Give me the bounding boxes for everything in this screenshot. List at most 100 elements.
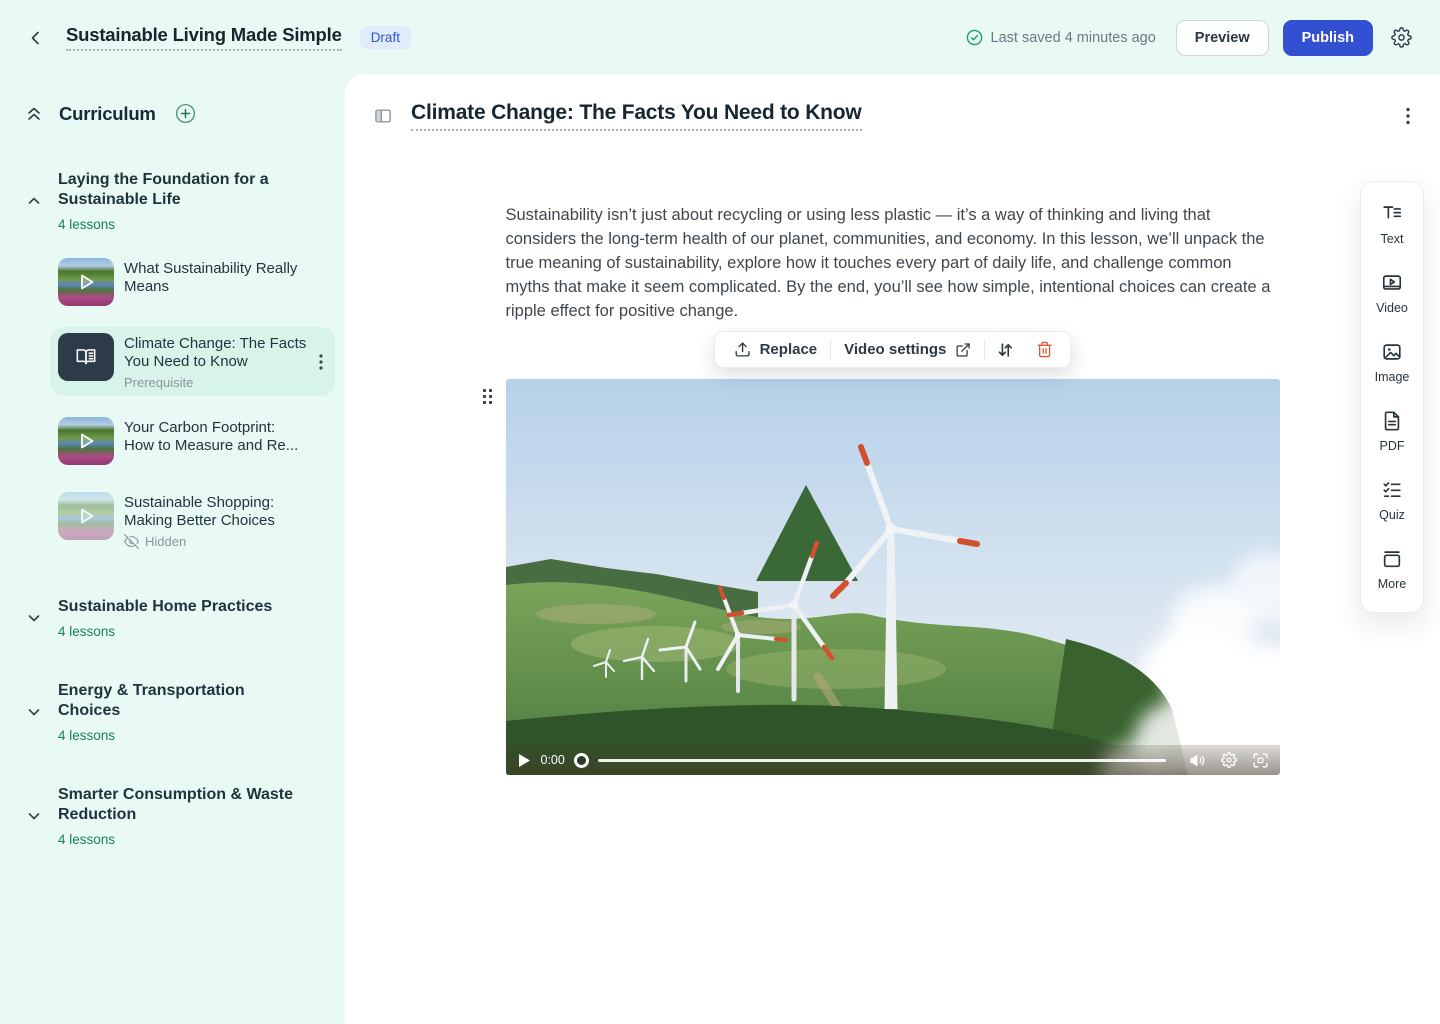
fullscreen-icon <box>1252 752 1269 769</box>
drawer-icon <box>1381 548 1403 570</box>
video-timestamp: 0:00 <box>541 753 565 767</box>
lesson-item[interactable]: Your Carbon Footprint: How to Measure an… <box>50 411 335 471</box>
check-circle-icon <box>966 29 983 46</box>
add-section-button[interactable] <box>171 99 200 128</box>
image-icon <box>1381 341 1403 363</box>
video-controls: 0:00 <box>506 745 1280 775</box>
last-saved-text: Last saved 4 minutes ago <box>991 30 1156 46</box>
lesson-prerequisite-label: Prerequisite <box>124 375 309 390</box>
lesson-title: Sustainable Shopping: Making Better Choi… <box>124 494 309 530</box>
status-badge: Draft <box>360 26 411 49</box>
add-quiz-block-button[interactable]: Quiz <box>1361 466 1423 535</box>
open-book-icon <box>73 344 99 370</box>
section-title[interactable]: Energy & Transportation Choices <box>58 681 308 721</box>
upload-icon <box>734 341 751 358</box>
lesson-video-thumbnail <box>58 417 114 465</box>
lesson-title: Climate Change: The Facts You Need to Kn… <box>124 335 309 371</box>
section-header[interactable]: Sustainable Home Practices 4 lessons <box>24 597 327 639</box>
video-player[interactable]: 0:00 <box>506 379 1280 775</box>
pdf-document-icon <box>1381 410 1403 432</box>
toggle-sidebar-button[interactable] <box>369 102 397 130</box>
chevron-down-icon[interactable] <box>24 704 44 720</box>
lesson-intro-paragraph[interactable]: Sustainability isn’t just about recyclin… <box>506 203 1280 323</box>
lesson-item[interactable]: What Sustainability Really Means <box>50 252 335 312</box>
volume-button[interactable] <box>1189 752 1206 769</box>
replace-button[interactable]: Replace <box>721 332 831 367</box>
play-icon <box>75 505 97 527</box>
volume-icon <box>1189 752 1206 769</box>
preview-button[interactable]: Preview <box>1176 20 1269 56</box>
video-scene-wind-turbines <box>506 379 1280 775</box>
section-title[interactable]: Smarter Consumption & Waste Reduction <box>58 785 308 825</box>
section-lesson-count: 4 lessons <box>58 728 308 743</box>
curriculum-sidebar: Curriculum Laying the Foundation for a S… <box>0 75 345 1024</box>
panel-layout-icon <box>373 106 393 126</box>
kebab-icon <box>319 354 323 370</box>
curriculum-header: Curriculum <box>24 99 327 128</box>
lesson-title: Your Carbon Footprint: How to Measure an… <box>124 419 309 455</box>
lesson-editor-panel: Climate Change: The Facts You Need to Kn… <box>345 75 1440 1024</box>
scrubber-handle[interactable] <box>574 753 589 768</box>
more-blocks-button[interactable]: More <box>1361 535 1423 604</box>
collapse-all-button[interactable] <box>24 105 44 123</box>
lesson-item-selected[interactable]: Climate Change: The Facts You Need to Kn… <box>50 327 335 396</box>
lesson-reading-thumbnail <box>58 333 114 381</box>
add-text-block-button[interactable]: Text <box>1361 190 1423 259</box>
quiz-checklist-icon <box>1381 479 1403 501</box>
video-block: Replace Video settings <box>506 379 1280 775</box>
add-pdf-block-button[interactable]: PDF <box>1361 397 1423 466</box>
page-title[interactable]: Climate Change: The Facts You Need to Kn… <box>411 101 862 131</box>
arrows-up-down-icon <box>996 341 1014 359</box>
move-block-button[interactable] <box>985 332 1025 367</box>
delete-block-button[interactable] <box>1025 332 1064 367</box>
section-title[interactable]: Laying the Foundation for a Sustainable … <box>58 170 308 210</box>
lesson-item-hidden[interactable]: Sustainable Shopping: Making Better Choi… <box>50 486 335 555</box>
eye-off-icon <box>124 534 139 549</box>
settings-button[interactable] <box>1387 23 1416 52</box>
chevron-up-icon[interactable] <box>24 193 44 209</box>
trash-icon <box>1036 341 1053 358</box>
drag-handle[interactable] <box>479 385 496 408</box>
lesson-menu-button[interactable] <box>315 350 327 374</box>
video-settings-button[interactable]: Video settings <box>831 332 984 367</box>
video-toolbar: Replace Video settings <box>714 331 1072 368</box>
video-settings-gear-button[interactable] <box>1221 752 1237 768</box>
progress-bar[interactable] <box>598 759 1166 762</box>
lesson-title: What Sustainability Really Means <box>124 260 309 296</box>
gear-icon <box>1221 752 1237 768</box>
chevron-down-icon[interactable] <box>24 610 44 626</box>
chevron-left-icon <box>28 30 44 46</box>
kebab-icon <box>1406 107 1410 125</box>
course-title[interactable]: Sustainable Living Made Simple <box>66 24 342 51</box>
back-button[interactable] <box>24 26 48 50</box>
external-link-icon <box>955 342 971 358</box>
lesson-options-button[interactable] <box>1402 103 1414 129</box>
lesson-video-thumbnail <box>58 258 114 306</box>
section-header[interactable]: Smarter Consumption & Waste Reduction 4 … <box>24 785 327 847</box>
section-lesson-count: 4 lessons <box>58 217 308 232</box>
topbar: Sustainable Living Made Simple Draft Las… <box>0 0 1440 75</box>
section-lesson-count: 4 lessons <box>58 832 308 847</box>
add-image-block-button[interactable]: Image <box>1361 328 1423 397</box>
add-video-block-button[interactable]: Video <box>1361 259 1423 328</box>
section-lesson-count: 4 lessons <box>58 624 272 639</box>
section-header[interactable]: Laying the Foundation for a Sustainable … <box>24 170 327 232</box>
lesson-hidden-label: Hidden <box>145 534 186 549</box>
play-icon <box>75 430 97 452</box>
curriculum-section: Laying the Foundation for a Sustainable … <box>24 170 327 555</box>
curriculum-title: Curriculum <box>59 103 156 125</box>
curriculum-section: Energy & Transportation Choices 4 lesson… <box>24 681 327 743</box>
curriculum-section: Sustainable Home Practices 4 lessons <box>24 597 327 639</box>
gear-icon <box>1391 27 1412 48</box>
play-button[interactable] <box>517 752 532 769</box>
chevron-down-icon[interactable] <box>24 808 44 824</box>
text-icon <box>1381 203 1403 225</box>
video-block-icon <box>1381 272 1403 294</box>
section-title[interactable]: Sustainable Home Practices <box>58 597 272 617</box>
publish-button[interactable]: Publish <box>1283 20 1373 56</box>
last-saved-status: Last saved 4 minutes ago <box>966 29 1156 46</box>
fullscreen-button[interactable] <box>1252 752 1269 769</box>
section-header[interactable]: Energy & Transportation Choices 4 lesson… <box>24 681 327 743</box>
lesson-video-thumbnail <box>58 492 114 540</box>
lesson-list: What Sustainability Really Means Climate… <box>58 252 327 555</box>
